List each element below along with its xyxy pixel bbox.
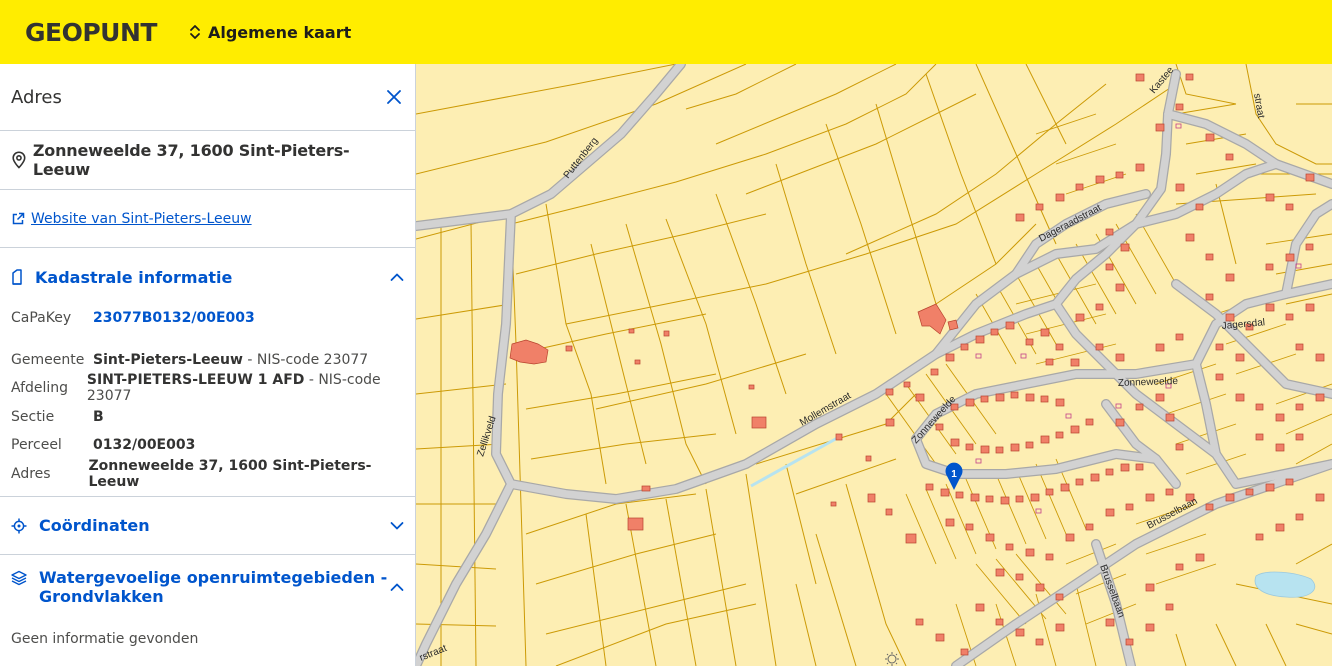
address-row: Zonneweelde 37, 1600 Sint-Pieters-Leeuw (0, 131, 415, 190)
field-value: SINT-PIETERS-LEEUW 1 AFD (86, 372, 305, 389)
section-coordinaten-title: Coördinaten (39, 516, 150, 535)
field-perceel: Perceel 0132/00E003 (0, 431, 415, 460)
top-bar: GEOPUNT Algemene kaart (0, 0, 1332, 64)
field-afdeling: Afdeling SINT-PIETERS-LEEUW 1 AFD - NIS-… (0, 372, 415, 404)
chevron-up-down-icon (190, 25, 200, 39)
field-adres: Adres Zonneweelde 37, 1600 Sint-Pieters-… (0, 457, 415, 490)
map-canvas[interactable]: Puttenberg Dageraadstraat Kastee straat … (416, 64, 1332, 666)
section-water-title-line1: Watergevoelige openruimtegebieden - (39, 568, 388, 587)
address-text: Zonneweelde 37, 1600 Sint-Pieters-Leeuw (32, 141, 350, 179)
location-pin-icon (12, 151, 26, 169)
street-label: Zonneweelde (1118, 376, 1179, 389)
field-value: B (93, 408, 104, 425)
field-label: CaPaKey (11, 310, 72, 327)
field-value: Zonneweelde 37, 1600 Sint-Pieters-Leeuw (88, 457, 372, 490)
chevron-up-icon (390, 583, 404, 591)
section-coordinaten-header[interactable]: Coördinaten (0, 497, 415, 554)
panel-header: Adres (0, 64, 415, 131)
field-label: Afdeling (11, 380, 69, 397)
map-selector-label: Algemene kaart (207, 22, 352, 42)
close-button[interactable] (384, 87, 404, 107)
chevron-up-icon (390, 273, 404, 281)
field-gemeente: Gemeente Sint-Pieters-Leeuw - NIS-code 2… (0, 346, 415, 375)
geopunt-logo[interactable]: GEOPUNT (25, 18, 157, 47)
map-selector[interactable]: Algemene kaart (189, 23, 351, 42)
field-label: Sectie (11, 408, 55, 425)
section-kadaster-header[interactable]: Kadastrale informatie (0, 248, 415, 304)
layers-icon (11, 570, 27, 586)
capakey-link[interactable]: 23077B0132/00E003 (93, 310, 255, 326)
parcel-tag-icon (12, 269, 22, 285)
field-capakey: CaPaKey 23077B0132/00E003 (0, 304, 415, 333)
field-label: Perceel (11, 437, 62, 454)
field-sectie: Sectie B (0, 403, 415, 432)
external-link-icon (12, 212, 25, 224)
marker-label: 1 (951, 469, 957, 480)
website-row: Website van Sint-Pieters-Leeuw (0, 190, 415, 248)
panel-title: Adres (11, 86, 62, 108)
kadaster-fields: CaPaKey 23077B0132/00E003 Gemeente Sint-… (0, 304, 415, 490)
section-water-header[interactable]: Watergevoelige openruimtegebieden - Gron… (0, 555, 415, 619)
field-label: Gemeente (11, 351, 85, 368)
field-label: Adres (11, 465, 51, 482)
close-icon (387, 90, 401, 104)
section-kadaster-title: Kadastrale informatie (35, 267, 233, 287)
field-value: Sint-Pieters-Leeuw (93, 351, 243, 368)
field-value: 0132/00E003 (93, 437, 196, 454)
crosshair-icon (11, 518, 27, 533)
website-link[interactable]: Website van Sint-Pieters-Leeuw (31, 211, 252, 227)
section-water-title: Watergevoelige openruimtegebieden - Gron… (39, 568, 387, 606)
section-water-title-line2: Grondvlakken (39, 587, 164, 606)
map-view[interactable]: Puttenberg Dageraadstraat Kastee straat … (416, 64, 1332, 666)
no-info-text: Geen informatie gevonden (11, 631, 199, 647)
chevron-down-icon (390, 521, 404, 529)
field-nis: - NIS-code 23077 (242, 351, 369, 368)
info-panel: Adres Zonneweelde 37, 1600 Sint-Pieters-… (0, 64, 416, 666)
